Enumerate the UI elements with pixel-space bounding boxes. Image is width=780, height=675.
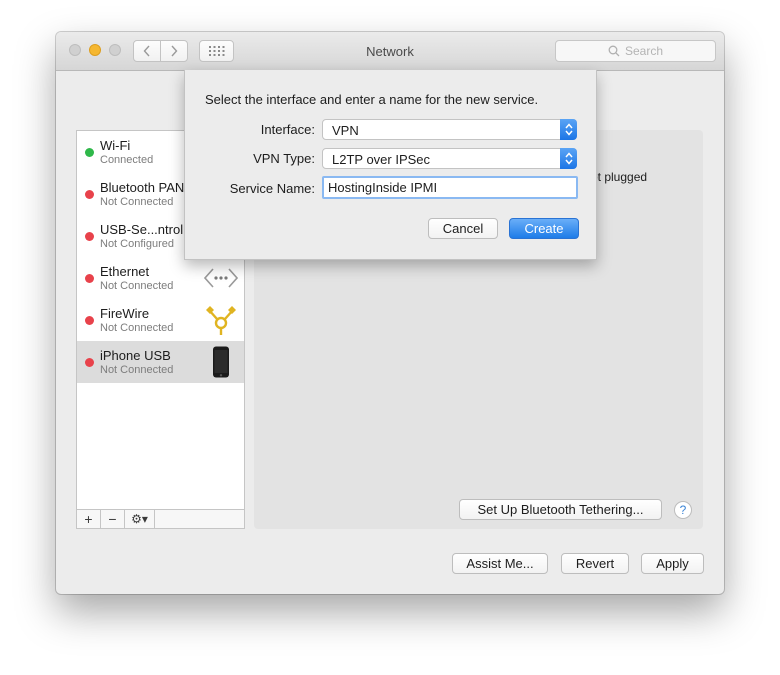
ethernet-icon (204, 261, 238, 295)
status-dot (85, 358, 94, 367)
apply-button[interactable]: Apply (641, 553, 704, 574)
remove-service-button[interactable]: − (101, 510, 125, 528)
dialog-message: Select the interface and enter a name fo… (205, 92, 539, 107)
service-status: Not Connected (100, 322, 174, 334)
detail-status-text: ot plugged (591, 170, 648, 184)
service-name-label: Service Name: (229, 181, 315, 196)
service-item-ethernet[interactable]: Ethernet Not Connected (77, 257, 244, 299)
popup-arrows-icon (560, 119, 577, 140)
interface-value: VPN (332, 123, 359, 138)
status-dot (85, 190, 94, 199)
service-status: Not Connected (100, 196, 174, 208)
interface-popup[interactable]: VPN (322, 119, 577, 140)
add-service-button[interactable]: + (77, 510, 101, 528)
service-status: Not Connected (100, 364, 174, 376)
gear-menu-button[interactable]: ⚙▾ (125, 510, 155, 528)
status-dot (85, 274, 94, 283)
service-status: Not Configured (100, 238, 174, 250)
service-item-firewire[interactable]: FireWire Not Connected (77, 299, 244, 341)
service-name: Ethernet (100, 264, 150, 279)
new-service-dialog: Select the interface and enter a name fo… (184, 70, 597, 260)
service-name: Bluetooth PAN (100, 180, 185, 195)
iphone-icon (204, 345, 238, 379)
popup-arrows-icon (560, 148, 577, 169)
firewire-icon (204, 303, 238, 337)
service-name: USB-Se...ntroller (100, 222, 198, 237)
vpn-type-popup[interactable]: L2TP over IPSec (322, 148, 577, 169)
help-button[interactable]: ? (674, 501, 692, 519)
service-name: FireWire (100, 306, 150, 321)
vpn-type-value: L2TP over IPSec (332, 152, 431, 167)
create-button[interactable]: Create (509, 218, 579, 239)
service-item-iphone-usb[interactable]: iPhone USB Not Connected (77, 341, 244, 383)
status-dot (85, 316, 94, 325)
search-field[interactable]: Search (555, 40, 716, 62)
bluetooth-tethering-button[interactable]: Set Up Bluetooth Tethering... (459, 499, 662, 520)
search-placeholder: Search (624, 44, 664, 58)
revert-button[interactable]: Revert (561, 553, 629, 574)
service-list-toolbar: + − ⚙▾ (77, 509, 244, 528)
status-dot (85, 148, 94, 157)
service-name-field[interactable]: HostingInside IPMI (322, 176, 578, 199)
service-status: Not Connected (100, 280, 174, 292)
search-icon (608, 45, 620, 57)
vpn-type-label: VPN Type: (253, 151, 315, 166)
title-bar: Network Search (56, 32, 724, 71)
assist-me-button[interactable]: Assist Me... (452, 553, 548, 574)
cancel-button[interactable]: Cancel (428, 218, 498, 239)
status-dot (85, 232, 94, 241)
service-name: Wi-Fi (100, 138, 131, 153)
service-name: iPhone USB (100, 348, 171, 363)
interface-label: Interface: (260, 122, 315, 137)
service-status: Connected (100, 154, 154, 166)
